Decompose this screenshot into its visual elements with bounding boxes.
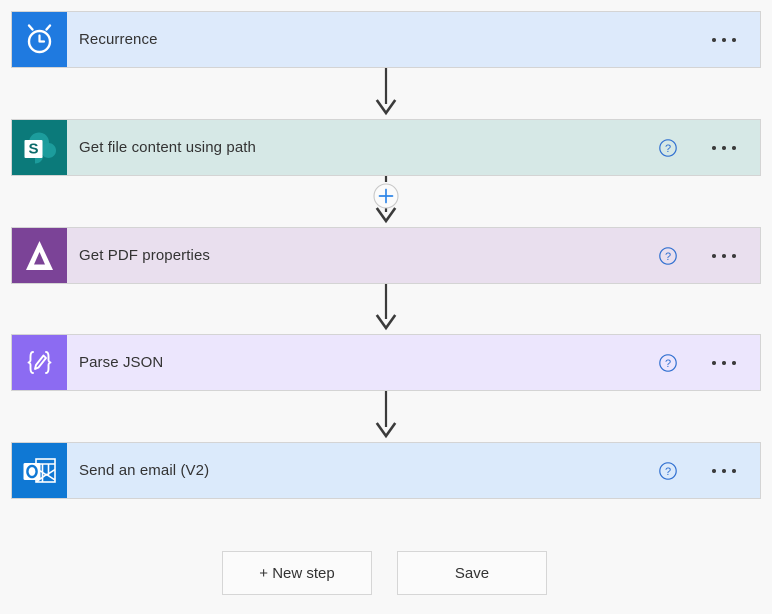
footer-actions: + New step Save xyxy=(222,551,547,595)
connector-arrow-3 xyxy=(370,284,402,334)
svg-text:?: ? xyxy=(665,143,671,155)
help-icon[interactable]: ? xyxy=(654,134,682,162)
step-card-parse-json[interactable]: Parse JSON ? xyxy=(11,334,761,391)
step-title: Get PDF properties xyxy=(79,247,211,264)
dot xyxy=(722,253,726,258)
flow-designer-canvas: Recurrence S Get file content using path xyxy=(0,0,772,614)
svg-text:?: ? xyxy=(665,251,671,263)
insert-new-step-button[interactable] xyxy=(370,180,402,212)
dot xyxy=(732,37,736,42)
help-icon[interactable]: ? xyxy=(654,349,682,377)
step-actions: ? xyxy=(654,335,760,390)
step-title: Send an email (V2) xyxy=(79,462,210,479)
step-actions xyxy=(704,12,760,67)
dot xyxy=(712,37,716,42)
step-menu-button[interactable] xyxy=(704,454,744,488)
dot xyxy=(722,468,726,473)
help-icon[interactable]: ? xyxy=(654,457,682,485)
dot xyxy=(722,145,726,150)
dot xyxy=(722,360,726,365)
dot xyxy=(722,37,726,42)
step-title: Recurrence xyxy=(79,31,158,48)
svg-text:?: ? xyxy=(665,358,671,370)
dot xyxy=(712,145,716,150)
step-menu-button[interactable] xyxy=(704,239,744,273)
sharepoint-icon: S xyxy=(12,120,67,175)
step-actions: ? xyxy=(654,120,760,175)
step-menu-button[interactable] xyxy=(704,346,744,380)
step-title: Get file content using path xyxy=(79,139,256,156)
step-card-get-file-content-using-path[interactable]: S Get file content using path ? xyxy=(11,119,761,176)
step-menu-button[interactable] xyxy=(704,131,744,165)
new-step-button[interactable]: + New step xyxy=(222,551,372,595)
delta-triangle-icon xyxy=(12,228,67,283)
dot xyxy=(732,253,736,258)
alarm-clock-icon xyxy=(12,12,67,67)
dot xyxy=(732,360,736,365)
step-actions: ? xyxy=(654,228,760,283)
dot xyxy=(712,360,716,365)
dot xyxy=(732,145,736,150)
help-icon[interactable]: ? xyxy=(654,242,682,270)
step-card-recurrence[interactable]: Recurrence xyxy=(11,11,761,68)
dot xyxy=(732,468,736,473)
parse-json-braces-icon xyxy=(12,335,67,390)
svg-text:S: S xyxy=(28,141,38,158)
save-button[interactable]: Save xyxy=(397,551,547,595)
step-card-get-pdf-properties[interactable]: Get PDF properties ? xyxy=(11,227,761,284)
step-menu-button[interactable] xyxy=(704,23,744,57)
outlook-icon xyxy=(12,443,67,498)
svg-text:?: ? xyxy=(665,466,671,478)
step-card-send-an-email-v2[interactable]: Send an email (V2) ? xyxy=(11,442,761,499)
dot xyxy=(712,253,716,258)
step-title: Parse JSON xyxy=(79,354,164,371)
connector-arrow-4 xyxy=(370,391,402,442)
step-actions: ? xyxy=(654,443,760,498)
connector-arrow-1 xyxy=(370,68,402,119)
dot xyxy=(712,468,716,473)
